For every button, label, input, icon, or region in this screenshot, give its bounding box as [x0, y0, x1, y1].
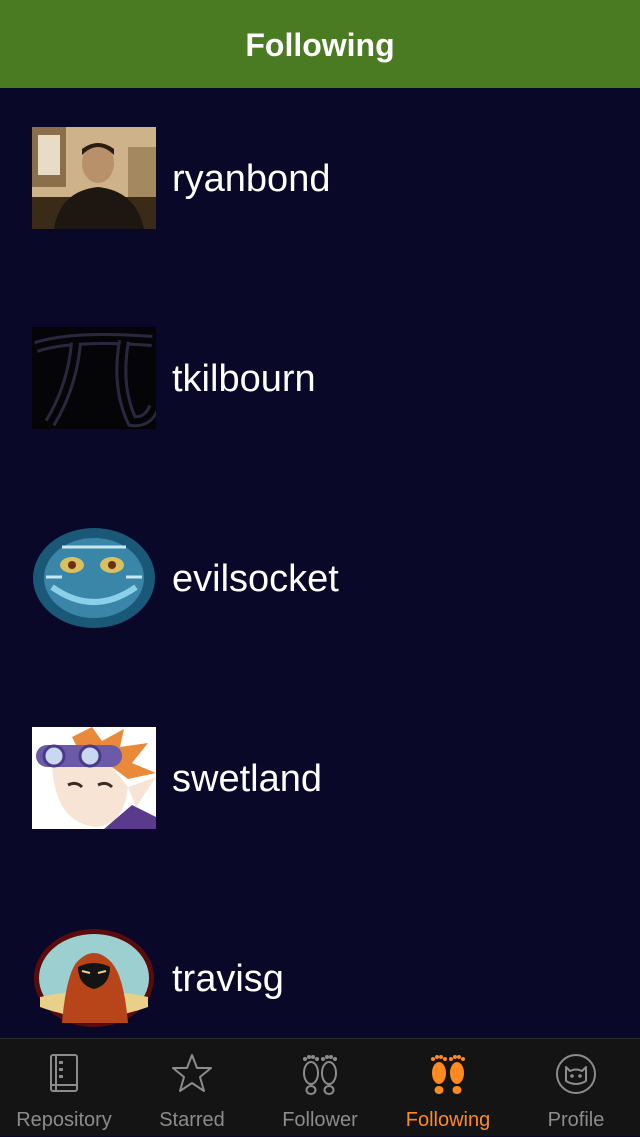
username: tkilbourn — [172, 358, 316, 400]
username: evilsocket — [172, 558, 339, 600]
navigation-bar: Following — [0, 0, 640, 88]
footprints-icon — [303, 1055, 337, 1095]
page-title: Following — [245, 26, 395, 63]
tab-label: Profile — [547, 1109, 605, 1131]
star-icon — [172, 1054, 212, 1092]
avatar — [32, 327, 156, 429]
user-row-evilsocket[interactable]: evilsocket — [0, 488, 640, 688]
avatar — [32, 727, 156, 829]
tab-label: Follower — [282, 1109, 358, 1131]
user-row-ryanbond[interactable]: ryanbond — [0, 88, 640, 288]
tab-following[interactable]: Following — [384, 1039, 512, 1137]
tab-repository[interactable]: Repository — [0, 1039, 128, 1137]
avatar — [32, 127, 156, 229]
tab-label: Following — [405, 1109, 491, 1131]
book-icon — [50, 1054, 78, 1092]
tab-label: Repository — [16, 1109, 112, 1131]
following-list[interactable]: ryanbond tkilbourn evilsocket swetland t… — [0, 88, 640, 1038]
username: travisg — [172, 958, 284, 1000]
avatar — [32, 527, 156, 629]
tab-label: Starred — [159, 1109, 225, 1131]
octocat-icon — [556, 1054, 596, 1094]
username: swetland — [172, 758, 322, 800]
user-row-swetland[interactable]: swetland — [0, 688, 640, 888]
user-row-travisg[interactable]: travisg — [0, 888, 640, 1038]
avatar — [32, 927, 156, 1029]
user-row-tkilbourn[interactable]: tkilbourn — [0, 288, 640, 488]
username: ryanbond — [172, 158, 331, 200]
footprints-icon — [431, 1055, 465, 1094]
tab-follower[interactable]: Follower — [256, 1039, 384, 1137]
tab-bar: Repository Starred Follower Following Pr… — [0, 1038, 640, 1136]
tab-starred[interactable]: Starred — [128, 1039, 256, 1137]
tab-profile[interactable]: Profile — [512, 1039, 640, 1137]
